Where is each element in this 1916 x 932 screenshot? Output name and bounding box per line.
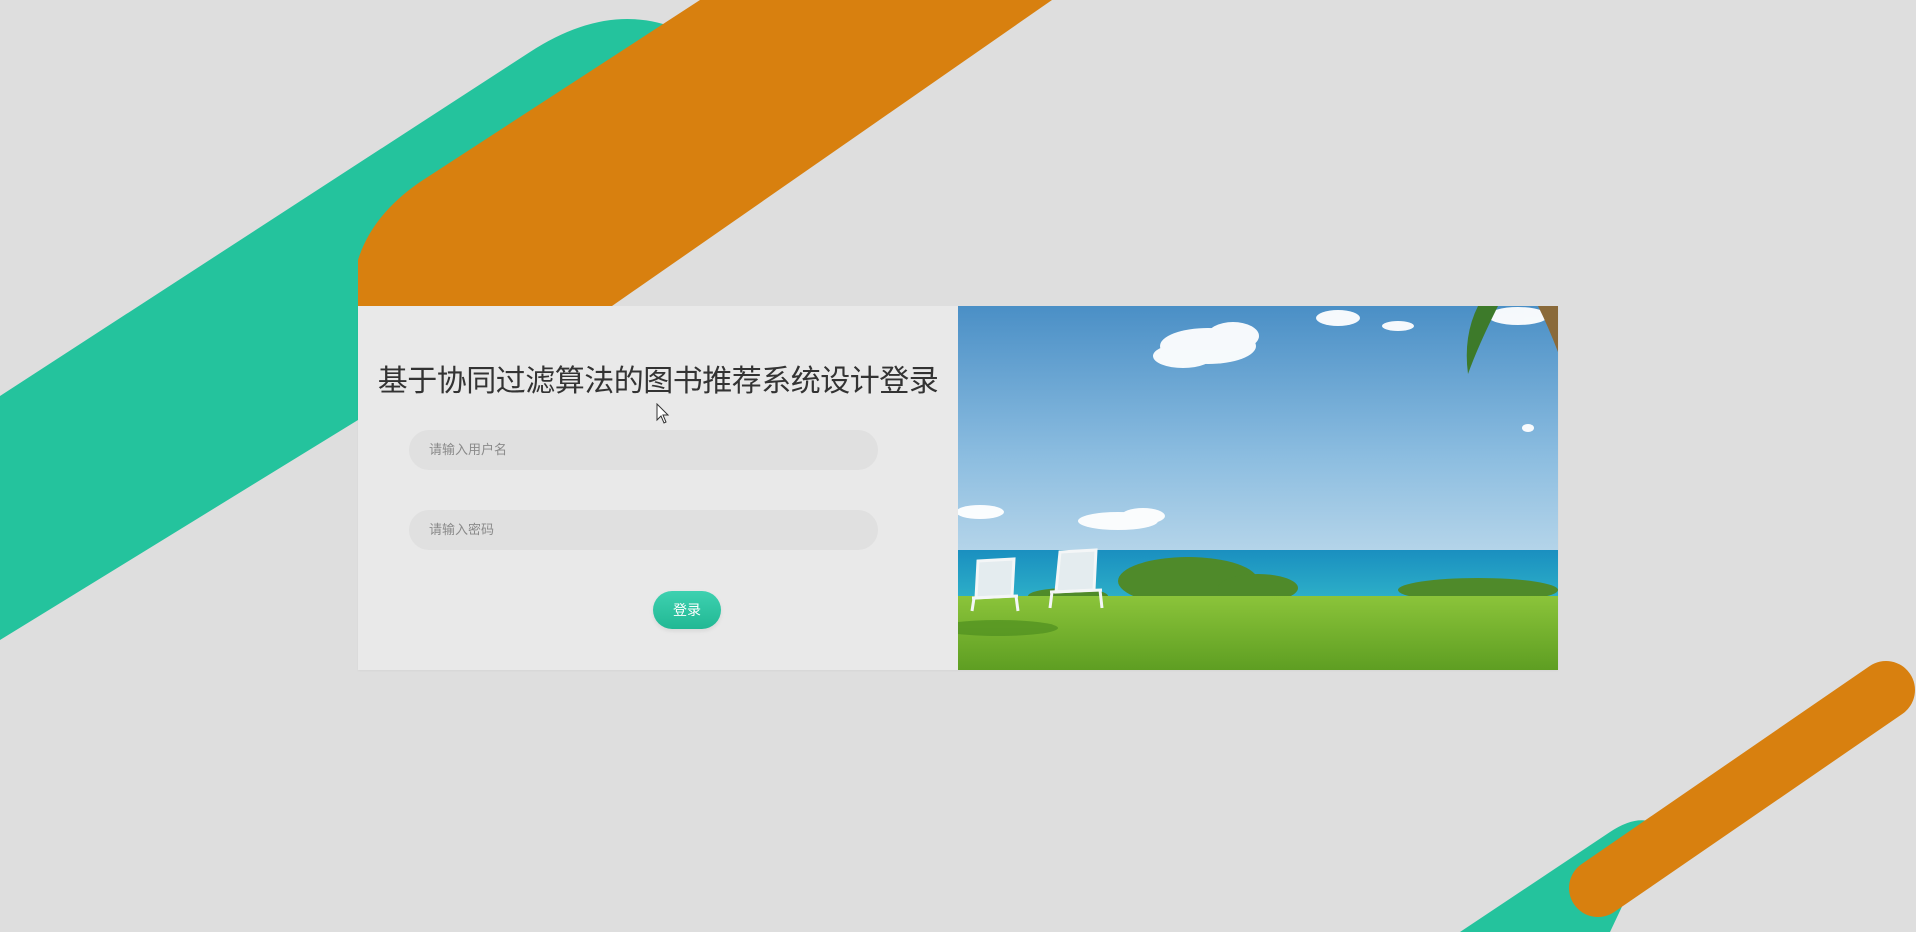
password-input[interactable] — [409, 510, 878, 550]
beach-lawn-picture — [958, 306, 1558, 670]
mouse-cursor-icon — [656, 403, 670, 424]
orange-band-bottom — [1569, 661, 1915, 917]
login-button[interactable]: 登录 — [653, 591, 721, 629]
login-form-panel: 基于协同过滤算法的图书推荐系统设计登录 登录 — [358, 306, 958, 670]
page-title: 基于协同过滤算法的图书推荐系统设计登录 — [377, 364, 939, 399]
username-input[interactable] — [409, 430, 878, 470]
login-card: 基于协同过滤算法的图书推荐系统设计登录 登录 — [358, 306, 1558, 670]
scenery-image — [958, 306, 1558, 670]
